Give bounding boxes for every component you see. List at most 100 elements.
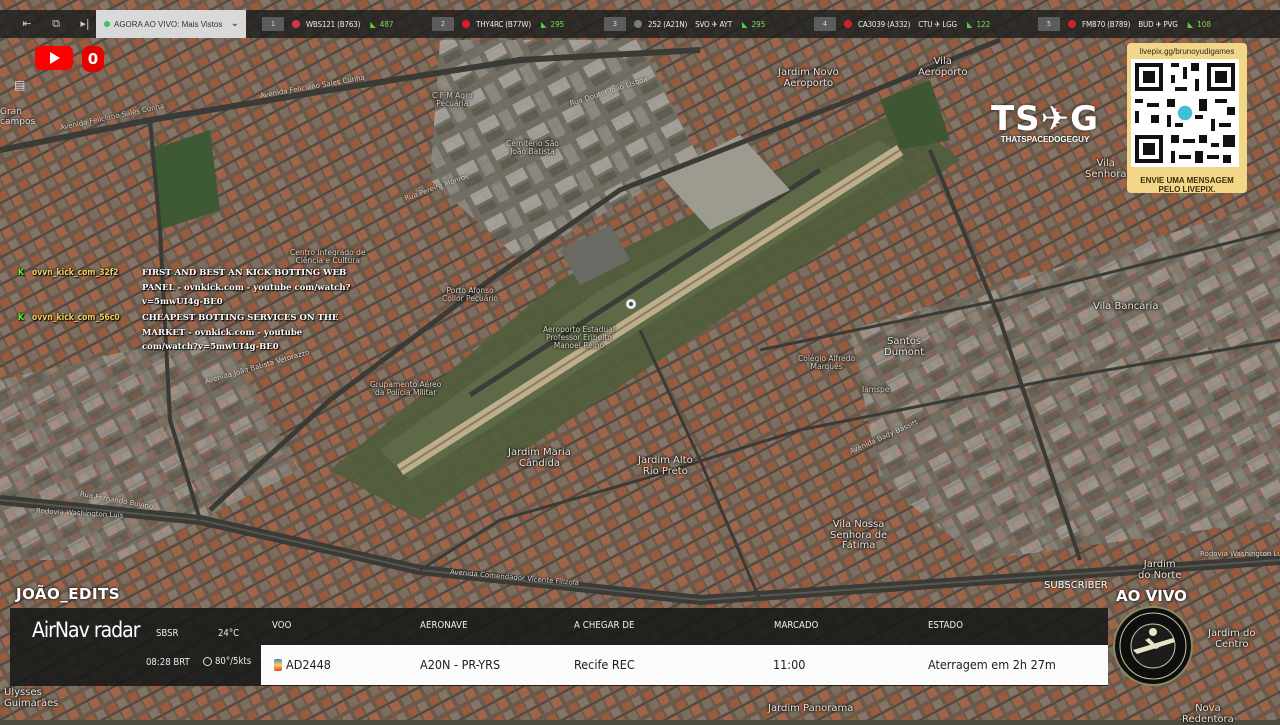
viewers-count: 122 bbox=[976, 19, 991, 29]
flight-item[interactable]: 4 CA3039 (A332) CTU ✈ LGG ◣ 122 bbox=[814, 10, 990, 38]
map-label-vila-senhora: Vila Senhora bbox=[1085, 158, 1127, 180]
live-dot-icon bbox=[104, 21, 110, 27]
flight-rank: 5 bbox=[1038, 17, 1060, 31]
collapse-icon[interactable]: ⇤ bbox=[18, 15, 36, 33]
wind-info: 80°/5kts bbox=[203, 656, 251, 667]
chat-text: FIRST AND BEST AN KICK BOTTING WEB PANEL… bbox=[142, 268, 351, 307]
map-label-colegio: Colégio Alfredo Marquês bbox=[798, 354, 856, 371]
viewers-icon: ◣ bbox=[966, 19, 973, 29]
map-label-edge: Gran campos bbox=[0, 107, 36, 127]
flight-code: CA3039 (A332) bbox=[858, 19, 911, 29]
chevron-down-icon: ⌄ bbox=[230, 18, 239, 29]
cell-origem: Recife REC bbox=[574, 657, 635, 672]
airline-logo-icon bbox=[1068, 20, 1076, 28]
header-estado: ESTADO bbox=[928, 620, 964, 631]
map-label-jardim-centro: Jardim do Centro bbox=[1208, 628, 1256, 650]
header-aeronave: AERONAVE bbox=[420, 620, 468, 631]
map-label-cfm: C F M Agro Pecuária bbox=[432, 91, 473, 108]
local-time: 08:28 BRT bbox=[146, 657, 190, 668]
map-label-jardim-panorama: Jardim Panorama bbox=[768, 703, 854, 714]
airline-logo-icon bbox=[292, 20, 300, 28]
kick-badge-icon: K bbox=[18, 268, 24, 278]
airplane-emblem-icon bbox=[1119, 612, 1187, 680]
cell-voo: AD2448 bbox=[286, 657, 331, 672]
channel-name: JOÃO_EDITS bbox=[16, 585, 121, 603]
temperature: 24°C bbox=[218, 628, 240, 639]
flight-viewers: ◣ 108 bbox=[1188, 20, 1211, 29]
cell-estado: Aterragem em 2h 27m bbox=[928, 657, 1056, 672]
flight-viewers: ◣ 122 bbox=[967, 20, 990, 29]
expand-icon[interactable]: ⧉ bbox=[47, 15, 65, 33]
airnav-radar-logo: AirNav radar bbox=[32, 618, 141, 642]
live-label: AO VIVO bbox=[1116, 587, 1187, 605]
flight-viewers: ◣ 487 bbox=[370, 20, 393, 29]
chat-message: Kovvn_kick_com_56c0 CHEAPEST BOTTING SER… bbox=[18, 311, 338, 352]
road-label: Rodovia Washington Luís bbox=[1200, 550, 1280, 558]
viewers-icon: ◣ bbox=[370, 19, 376, 29]
flight-item[interactable]: 5 FM870 (B789) BUD ✈ PVG ◣ 108 bbox=[1038, 10, 1211, 38]
live-selector-label: AGORA AO VIVO: Mais Vistos bbox=[114, 19, 223, 29]
flight-ranking-bar: ⇤ ⧉ ▸| AGORA AO VIVO: Mais Vistos ⌄ 1 WBS… bbox=[0, 10, 1280, 38]
map-label-nova-redentora: Nova Redentora bbox=[1182, 703, 1234, 725]
livepix-card[interactable]: livepix.gg/brunoyudigames ENVIE UMA MENS… bbox=[1127, 43, 1247, 195]
flight-code: 252 (A21N) bbox=[648, 19, 688, 29]
airport-pin-icon bbox=[626, 299, 636, 309]
youtube-icon[interactable] bbox=[35, 46, 73, 70]
airline-logo-icon bbox=[274, 659, 282, 671]
flight-item[interactable]: 1 WBS121 (B763) ◣ 487 bbox=[262, 10, 393, 38]
viewers-icon: ◣ bbox=[1187, 19, 1194, 29]
flight-route: SVO ✈ AYT bbox=[695, 19, 733, 29]
flight-viewers: ◣ 295 bbox=[742, 20, 765, 29]
airnav-brand: AirNav bbox=[32, 618, 90, 642]
chat-username: ovvn_kick_com_56c0 bbox=[32, 313, 120, 323]
table-row[interactable]: AD2448 A20N - PR-YRS Recife REC 11:00 At… bbox=[261, 645, 1108, 685]
flight-code: WBS121 (B763) bbox=[306, 19, 361, 29]
wind-value: 80°/5kts bbox=[215, 656, 252, 667]
header-voo: VOO bbox=[272, 620, 292, 631]
map-label-porto: Porto Afonso Collor Pecuário bbox=[442, 286, 499, 303]
flight-code: THY4RC (B77W) bbox=[476, 19, 531, 29]
chat-message: Kovvn_kick_com_32f2 FIRST AND BEST AN KI… bbox=[18, 266, 351, 307]
arrival-board: AirNav radar SBSR 24°C 08:28 BRT 80°/5kt… bbox=[10, 608, 1108, 686]
viewers-icon: ◣ bbox=[742, 19, 748, 29]
chat-text: CHEAPEST BOTTING SERVICES ON THE MARKET … bbox=[142, 313, 339, 352]
map-label-jardim-norte: Jardim do Norte bbox=[1138, 559, 1182, 581]
flight-rank: 2 bbox=[432, 17, 454, 31]
wind-icon bbox=[203, 657, 212, 666]
viewers-count: 108 bbox=[1197, 19, 1211, 29]
ts-logo-subtitle: THATSPACEDOGEGUY bbox=[1000, 135, 1090, 144]
map-label-centro-integrado: Centro Integrado de Ciência e Cultura bbox=[290, 248, 366, 265]
airline-logo-icon bbox=[844, 20, 852, 28]
subscriber-label: SUBSCRIBER bbox=[1044, 580, 1108, 591]
flight-rank: 4 bbox=[814, 17, 836, 31]
header-marcado: MARCADO bbox=[774, 620, 819, 631]
map-label-jardim-novo: Jardim Novo Aeroporto bbox=[778, 67, 839, 89]
airline-logo-icon bbox=[634, 20, 642, 28]
flight-item[interactable]: 2 THY4RC (B77W) ◣ 295 bbox=[432, 10, 564, 38]
live-selector-dropdown[interactable]: AGORA AO VIVO: Mais Vistos ⌄ bbox=[96, 10, 246, 38]
flight-rank: 1 bbox=[262, 17, 284, 31]
chat-username: ovvn_kick_com_32f2 bbox=[32, 268, 119, 278]
map-label-ulysses: Ulysses Guimarães bbox=[4, 687, 59, 709]
map-label-iamspe: Iamspe bbox=[862, 385, 890, 394]
map-label-vila-aeroporto: Vila Aeroporto bbox=[918, 56, 968, 78]
livepix-message: ENVIE UMA MENSAGEM PELO LIVEPIX. bbox=[1140, 176, 1234, 195]
cell-marcado: 11:00 bbox=[773, 657, 806, 672]
map-label-aeroporto: Aeroporto Estadual Professor Eribelto Ma… bbox=[543, 325, 615, 350]
map-label-grupamento: Grupamento Aéreo da Polícia Militar bbox=[370, 380, 442, 397]
flight-item[interactable]: 3 252 (A21N) SVO ✈ AYT ◣ 295 bbox=[604, 10, 765, 38]
airline-logo-icon bbox=[462, 20, 470, 28]
flight-route: CTU ✈ LGG bbox=[918, 19, 957, 29]
qr-code-icon bbox=[1131, 59, 1239, 167]
flight-viewers: ◣ 295 bbox=[541, 20, 564, 29]
channel-emblem bbox=[1113, 606, 1193, 686]
header-origem: A CHEGAR DE bbox=[574, 620, 635, 631]
map-label-jardim-maria: Jardim Maria Cândida bbox=[508, 447, 571, 469]
next-icon[interactable]: ▸| bbox=[76, 15, 94, 33]
kick-badge-icon: K bbox=[18, 313, 24, 323]
cell-aeronave: A20N - PR-YRS bbox=[420, 657, 501, 672]
airnav-radar-text: radar bbox=[93, 618, 141, 642]
ts-dog-logo: TS✈G THATSPACEDOGEGUY bbox=[982, 100, 1108, 148]
flight-route: BUD ✈ PVG bbox=[1138, 19, 1178, 29]
chat-menu-icon[interactable]: ▤ bbox=[14, 78, 28, 92]
